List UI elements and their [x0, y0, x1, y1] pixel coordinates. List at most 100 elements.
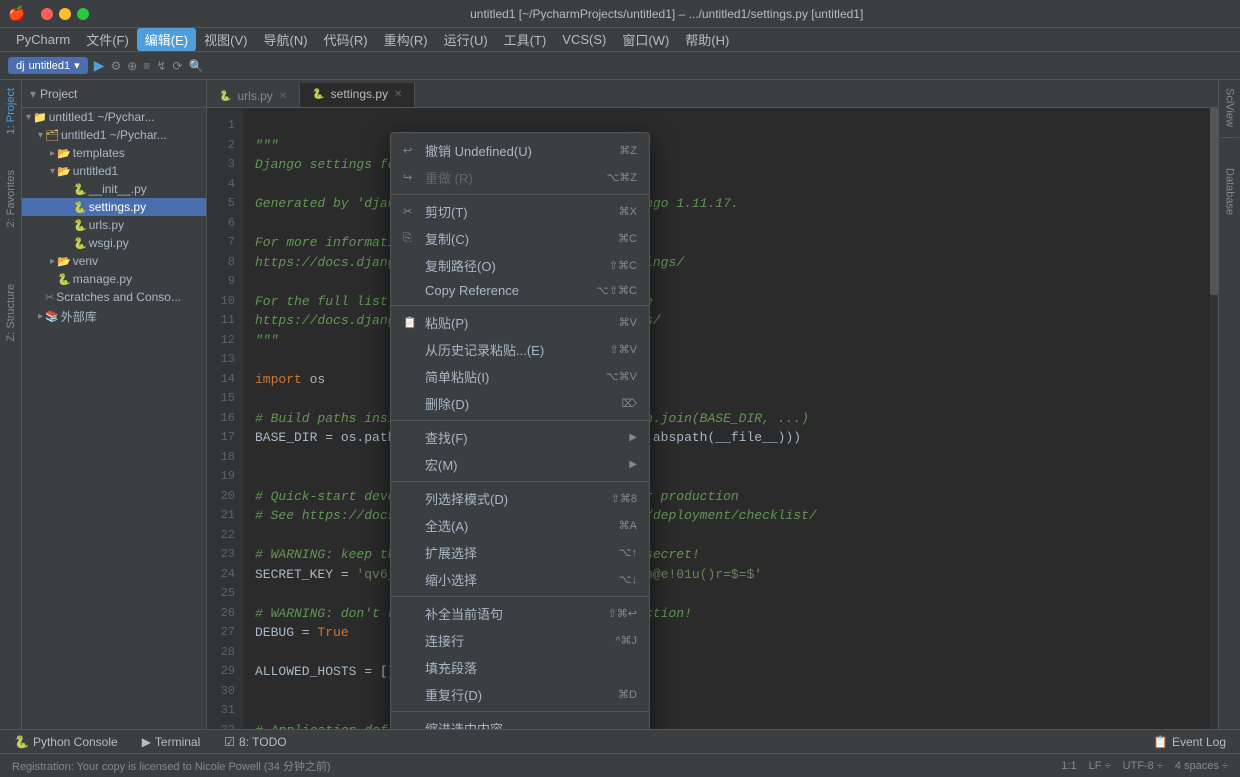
separator-2	[391, 305, 649, 306]
tab-label: settings.py	[331, 87, 388, 101]
sidebar-tab-structure[interactable]: Z: Structure	[1, 276, 21, 349]
toolbar-icon-2[interactable]: ⊕	[127, 59, 137, 73]
tree-item-manage[interactable]: ▸ 🐍 manage.py	[22, 270, 206, 288]
tree-item-label: untitled1 ~/Pychar...	[61, 128, 167, 142]
folder-icon: 🗂	[45, 129, 59, 142]
menu-navigate[interactable]: 导航(N)	[255, 28, 315, 51]
tree-item-init[interactable]: ▸ 🐍 __init__.py	[22, 180, 206, 198]
tree-item-label: wsgi.py	[89, 236, 129, 250]
maximize-button[interactable]	[77, 8, 89, 20]
cursor-position[interactable]: 1:1	[1061, 760, 1076, 772]
menu-vcs[interactable]: VCS(S)	[554, 30, 614, 49]
tree-arrow-icon: ▾	[38, 130, 43, 141]
menu-copy-reference[interactable]: Copy Reference ⌥⇧⌘C	[391, 279, 649, 302]
right-tab-sciview[interactable]: SciView	[1220, 80, 1240, 135]
bottom-tab-python-console[interactable]: 🐍 Python Console	[8, 733, 124, 751]
sidebar-tab-favorites[interactable]: 2: Favorites	[1, 162, 21, 235]
line-separator[interactable]: LF ÷	[1089, 760, 1111, 772]
right-tab-database[interactable]: Database	[1220, 160, 1240, 223]
menu-file[interactable]: 文件(F)	[78, 28, 137, 51]
indent-settings[interactable]: 4 spaces ÷	[1175, 760, 1228, 772]
menu-macro[interactable]: 宏(M) ▶	[391, 451, 649, 478]
todo-label: 8: TODO	[239, 735, 287, 749]
menu-select-all[interactable]: 全选(A) ⌘A	[391, 512, 649, 539]
tree-item-external[interactable]: ▸ 📚 外部库	[22, 306, 206, 327]
file-icon: 🐍	[73, 237, 87, 250]
left-tabs: 1: Project 2: Favorites Z: Structure	[0, 80, 22, 729]
menu-shrink-selection[interactable]: 缩小选择 ⌥↓	[391, 566, 649, 593]
terminal-label: Terminal	[155, 735, 200, 749]
bottom-tab-terminal[interactable]: ▶ Terminal	[136, 733, 207, 751]
toolbar-icon-4[interactable]: ↯	[156, 59, 166, 73]
menu-column-select[interactable]: 列选择模式(D) ⇧⌘8	[391, 485, 649, 512]
menu-extend-selection[interactable]: 扩展选择 ⌥↑	[391, 539, 649, 566]
encoding[interactable]: UTF-8 ÷	[1123, 760, 1163, 772]
menu-edit[interactable]: 编辑(E)	[137, 28, 196, 51]
tab-close-icon[interactable]: ✕	[279, 91, 287, 102]
menu-run[interactable]: 运行(U)	[436, 28, 496, 51]
menu-tools[interactable]: 工具(T)	[496, 28, 555, 51]
menu-cut[interactable]: ✂ 剪切(T) ⌘X	[391, 198, 649, 225]
menu-paste-history[interactable]: 从历史记录粘贴...(E) ⇧⌘V	[391, 336, 649, 363]
tree-item-label: settings.py	[89, 200, 146, 214]
tree-item-label: untitled1 ~/Pychar...	[49, 110, 155, 124]
tree-arrow-icon: ▸	[50, 148, 55, 159]
search-everywhere-icon[interactable]: 🔍	[188, 59, 203, 73]
tree-item-project[interactable]: ▾ 🗂 untitled1 ~/Pychar...	[22, 126, 206, 144]
menu-indent[interactable]: 缩进选中内容 →→	[391, 715, 649, 729]
tree-arrow-icon: ▾	[50, 166, 55, 177]
tree-item-urls[interactable]: ▸ 🐍 urls.py	[22, 216, 206, 234]
scrollbar-thumb[interactable]	[1210, 108, 1218, 294]
python-console-icon: 🐍	[14, 735, 29, 749]
traffic-lights	[41, 8, 89, 20]
menu-complete-statement[interactable]: 补全当前语句 ⇧⌘↩	[391, 600, 649, 627]
menu-pycharm[interactable]: PyCharm	[8, 30, 78, 49]
menu-undo[interactable]: ↩ 撤销 Undefined(U) ⌘Z	[391, 137, 649, 164]
close-button[interactable]	[41, 8, 53, 20]
editor-area: 🐍 urls.py ✕ 🐍 settings.py ✕ 12345 678910…	[207, 80, 1218, 729]
event-log-button[interactable]: 📋 Event Log	[1147, 733, 1232, 751]
tree-item-root[interactable]: ▾ 📁 untitled1 ~/Pychar...	[22, 108, 206, 126]
minimize-button[interactable]	[59, 8, 71, 20]
file-icon: 🐍	[73, 183, 87, 196]
menu-fill-paragraph[interactable]: 填充段落	[391, 654, 649, 681]
statusbar-left: Registration: Your copy is licensed to N…	[12, 758, 331, 774]
tab-urls[interactable]: 🐍 urls.py ✕	[207, 85, 300, 107]
toolbar-icon-1[interactable]: ⚙	[110, 59, 121, 73]
tab-settings[interactable]: 🐍 settings.py ✕	[300, 83, 415, 107]
menu-window[interactable]: 窗口(W)	[614, 28, 677, 51]
registration-status: Registration: Your copy is licensed to N…	[12, 758, 331, 774]
menu-copy-path[interactable]: 复制路径(O) ⇧⌘C	[391, 252, 649, 279]
run-button[interactable]: ▶	[94, 57, 105, 74]
menu-copy[interactable]: ⎘ 复制(C) ⌘C	[391, 225, 649, 252]
tree-item-scratches[interactable]: ▸ ✂ Scratches and Conso...	[22, 288, 206, 306]
tree-item-wsgi[interactable]: ▸ 🐍 wsgi.py	[22, 234, 206, 252]
menu-duplicate[interactable]: 重复行(D) ⌘D	[391, 681, 649, 708]
menu-view[interactable]: 视图(V)	[196, 28, 255, 51]
menu-find[interactable]: 查找(F) ▶	[391, 424, 649, 451]
toolbar-icon-5[interactable]: ⟳	[172, 59, 182, 73]
scrollbar-track[interactable]	[1210, 108, 1218, 729]
tree-item-untitled1[interactable]: ▾ 📂 untitled1	[22, 162, 206, 180]
bottom-tab-todo[interactable]: ☑ 8: TODO	[218, 733, 292, 751]
sidebar-tab-project[interactable]: 1: Project	[1, 80, 21, 142]
menu-paste[interactable]: 📋 粘贴(P) ⌘V	[391, 309, 649, 336]
folder-icon: 📂	[57, 165, 71, 178]
copy-icon: ⎘	[403, 232, 421, 245]
menu-delete[interactable]: 删除(D) ⌦	[391, 390, 649, 417]
project-panel: ▾ Project ▾ 📁 untitled1 ~/Pychar... ▾ 🗂 …	[22, 80, 207, 729]
submenu-arrow-icon: ▶	[629, 432, 637, 443]
menu-code[interactable]: 代码(R)	[316, 28, 376, 51]
menu-refactor[interactable]: 重构(R)	[376, 28, 436, 51]
event-log-label: Event Log	[1172, 735, 1226, 749]
tab-close-icon[interactable]: ✕	[394, 89, 402, 100]
scratches-icon: ✂	[45, 291, 54, 304]
menu-help[interactable]: 帮助(H)	[677, 28, 737, 51]
menu-join-lines[interactable]: 连接行 ^⌘J	[391, 627, 649, 654]
tree-item-settings[interactable]: ▸ 🐍 settings.py	[22, 198, 206, 216]
toolbar-icon-3[interactable]: ≡	[143, 59, 150, 73]
project-selector[interactable]: dj untitled1 ▾	[8, 57, 88, 74]
menu-paste-simple[interactable]: 简单粘贴(I) ⌥⌘V	[391, 363, 649, 390]
tree-item-venv[interactable]: ▸ 📂 venv	[22, 252, 206, 270]
tree-item-templates[interactable]: ▸ 📂 templates	[22, 144, 206, 162]
